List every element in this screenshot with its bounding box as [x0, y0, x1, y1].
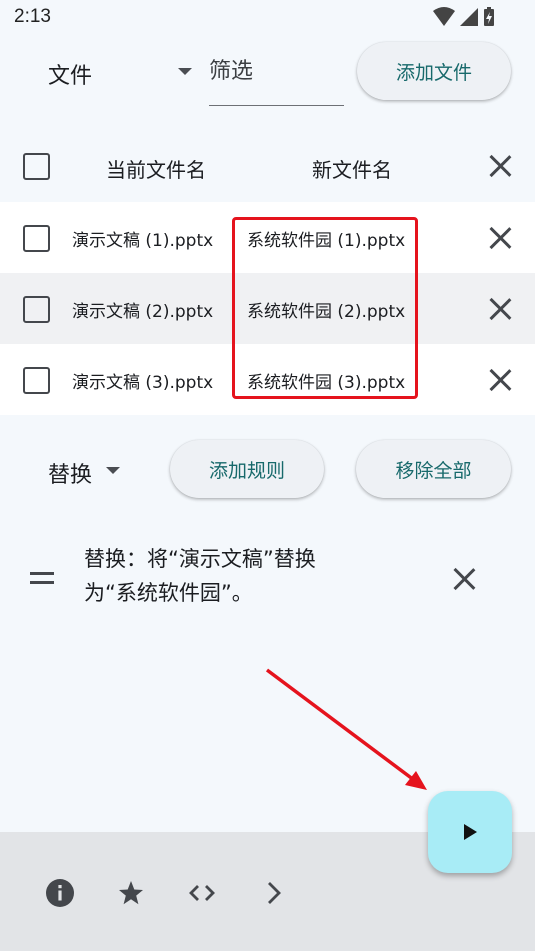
clear-all-files-icon[interactable] [488, 154, 512, 178]
header-new-name: 新文件名 [312, 158, 392, 182]
dropdown-arrow-icon [178, 68, 192, 75]
remove-rule-icon[interactable] [452, 567, 476, 591]
rules-toolbar: 替换 添加规则 移除全部 [0, 440, 535, 500]
header-current-name: 当前文件名 [106, 158, 206, 182]
signal-icon [460, 8, 478, 26]
highlight-box [232, 217, 418, 399]
row-checkbox[interactable] [23, 225, 50, 252]
add-rule-button[interactable]: 添加规则 [170, 440, 324, 498]
files-toolbar: 文件 添加文件 [0, 40, 535, 110]
drag-handle-icon[interactable] [30, 572, 54, 584]
star-icon[interactable] [116, 878, 146, 908]
select-all-checkbox[interactable] [23, 153, 50, 180]
status-bar: 2:13 [0, 0, 535, 36]
wifi-icon [433, 7, 455, 26]
file-type-label: 文件 [48, 64, 93, 89]
info-icon[interactable] [45, 878, 75, 908]
dropdown-arrow-icon [106, 467, 120, 474]
status-time: 2:13 [14, 6, 51, 27]
play-icon [464, 824, 477, 840]
row-current-name: 演示文稿 (3).pptx [72, 373, 214, 393]
row-current-name: 演示文稿 (2).pptx [72, 302, 214, 322]
table-header: 当前文件名 新文件名 [0, 132, 535, 200]
battery-icon [484, 7, 494, 26]
rule-item[interactable]: 替换：将“演示文稿”替换为“系统软件园”。 [0, 530, 535, 625]
remove-all-button[interactable]: 移除全部 [356, 440, 511, 498]
remove-row-icon[interactable] [488, 226, 512, 250]
filter-input[interactable] [209, 52, 344, 106]
chevron-right-icon[interactable] [258, 878, 288, 908]
row-checkbox[interactable] [23, 367, 50, 394]
file-type-dropdown[interactable]: 文件 [48, 54, 198, 94]
row-current-name: 演示文稿 (1).pptx [72, 231, 214, 251]
rule-type-label: 替换 [48, 463, 93, 488]
remove-row-icon[interactable] [488, 297, 512, 321]
run-fab-button[interactable] [428, 791, 512, 873]
remove-row-icon[interactable] [488, 368, 512, 392]
code-icon[interactable] [187, 878, 217, 908]
add-file-button[interactable]: 添加文件 [357, 42, 511, 100]
rule-description: 替换：将“演示文稿”替换为“系统软件园”。 [84, 547, 316, 605]
row-checkbox[interactable] [23, 296, 50, 323]
status-icons [433, 7, 495, 27]
